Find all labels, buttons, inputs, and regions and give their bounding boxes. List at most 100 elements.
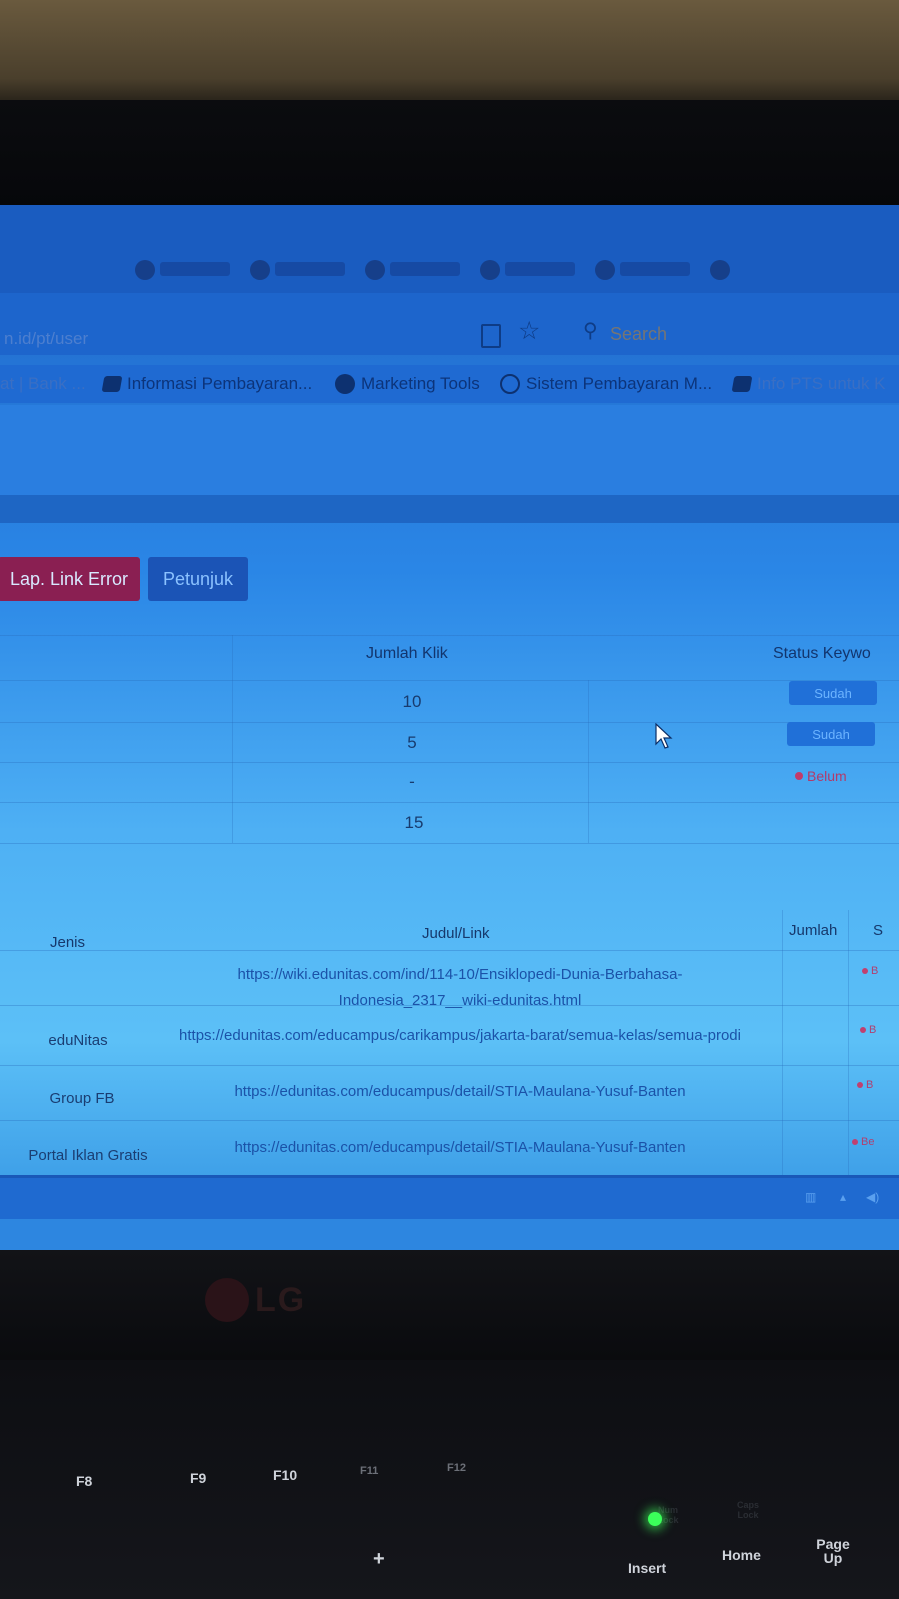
status-badge-done: Sudah	[787, 722, 875, 746]
status-badge: Be	[852, 1136, 874, 1148]
tray-network-icon[interactable]: ▥	[805, 1190, 816, 1204]
click-count-cell: -	[409, 772, 415, 791]
address-bar[interactable]	[0, 293, 899, 355]
url-text[interactable]: n.id/pt/user	[4, 329, 88, 349]
table-border	[0, 1120, 899, 1121]
key-f8[interactable]: F8	[76, 1473, 92, 1489]
tab-favicon[interactable]	[480, 260, 500, 280]
table-border	[0, 762, 899, 763]
link-error-report-button[interactable]: Lap. Link Error	[0, 557, 140, 601]
key-f11[interactable]: F11	[360, 1465, 378, 1477]
windows-taskbar	[0, 1175, 899, 1222]
tab-title[interactable]	[160, 262, 230, 276]
site-header	[0, 405, 899, 495]
type-cell: Portal Iklan Gratis	[28, 1147, 148, 1164]
table-border	[0, 950, 899, 951]
brand-text: LG	[255, 1280, 307, 1319]
tab-title[interactable]	[505, 262, 575, 276]
bookmark-label: Info PTS untuk K	[757, 374, 886, 393]
tab-favicon[interactable]	[250, 260, 270, 280]
column-header-type: Jenis	[50, 934, 86, 951]
help-button[interactable]: Petunjuk	[148, 557, 248, 601]
column-header-status: S	[873, 922, 884, 939]
key-insert[interactable]: Insert	[628, 1560, 666, 1576]
key-home[interactable]: Home	[722, 1547, 761, 1563]
bookmark-item[interactable]: Sistem Pembayaran M...	[500, 374, 712, 394]
bookmark-label: at | Bank ...	[0, 374, 86, 393]
key-f12[interactable]: F12	[447, 1462, 466, 1474]
click-count-total-cell: 15	[404, 813, 424, 832]
status-dot-icon	[857, 1082, 863, 1088]
bookmark-label: Marketing Tools	[361, 374, 480, 393]
num-lock-indicator-led	[648, 1512, 662, 1526]
bookmark-item[interactable]: at | Bank ...	[0, 374, 86, 394]
screen-bottom-edge	[0, 1219, 899, 1250]
table-border	[0, 680, 899, 681]
tray-volume-icon[interactable]: ◀)	[866, 1190, 879, 1204]
table-border	[0, 843, 899, 844]
status-dot-icon	[852, 1139, 858, 1145]
link-cell[interactable]: https://wiki.edunitas.com/ind/114-10/Ens…	[165, 962, 755, 1014]
status-badge: B	[860, 1024, 876, 1036]
status-dot-icon	[860, 1027, 866, 1033]
bookmark-item[interactable]: Informasi Pembayaran...	[101, 374, 313, 394]
tab-favicon[interactable]	[710, 260, 730, 280]
wall-background	[0, 0, 899, 112]
tab-favicon[interactable]	[595, 260, 615, 280]
lg-logo: LG	[205, 1278, 306, 1322]
bookmark-label: Sistem Pembayaran M...	[526, 374, 713, 393]
bookmark-label: Informasi Pembayaran...	[127, 374, 313, 393]
status-label: B	[869, 1024, 877, 1036]
click-count-cell: 10	[402, 692, 422, 711]
bookmark-item[interactable]: Marketing Tools	[335, 374, 480, 394]
laptop-top-bezel	[0, 100, 899, 210]
table-column-border	[588, 680, 589, 843]
column-header-clicks: Jumlah Klik	[366, 645, 448, 662]
status-badge-pending: Belum	[795, 768, 847, 784]
laptop-screen: n.id/pt/user ☆ ⚲ at | Bank ... Informasi…	[0, 205, 899, 1250]
bookmark-item[interactable]: Info PTS untuk K	[731, 374, 886, 394]
status-dot-icon	[862, 968, 868, 974]
key-f10[interactable]: F10	[273, 1467, 297, 1483]
search-input[interactable]	[610, 322, 730, 346]
keyboard-deck	[0, 1360, 899, 1599]
status-badge-done: Sudah	[789, 681, 877, 705]
table-border	[0, 722, 899, 723]
lg-circle-logo-icon	[205, 1278, 249, 1322]
status-label: B	[871, 965, 879, 977]
table-border	[0, 635, 899, 636]
tab-favicon[interactable]	[135, 260, 155, 280]
status-dot-icon	[795, 772, 803, 780]
marketing-favicon-icon	[335, 374, 355, 394]
tab-title[interactable]	[390, 262, 460, 276]
bookmark-favicon-icon	[731, 376, 753, 392]
table-column-border	[848, 910, 849, 1175]
reader-view-icon[interactable]	[481, 324, 501, 348]
tab-title[interactable]	[620, 262, 690, 276]
tab-favicon[interactable]	[365, 260, 385, 280]
status-label: Belum	[807, 768, 847, 784]
type-cell: eduNitas	[48, 1032, 108, 1049]
column-header-keyword-status: Status Keywo	[773, 645, 871, 662]
bookmark-favicon-icon	[101, 376, 123, 392]
tray-chevron-up-icon[interactable]: ▴	[840, 1190, 846, 1204]
link-cell[interactable]: https://edunitas.com/educampus/detail/ST…	[200, 1079, 720, 1105]
key-plus[interactable]: +	[373, 1548, 385, 1571]
key-f9[interactable]: F9	[190, 1470, 206, 1486]
table-column-border	[232, 635, 233, 843]
column-header-count: Jumlah	[789, 922, 838, 939]
site-nav-stripe	[0, 495, 899, 523]
column-header-title-link: Judul/Link	[422, 925, 490, 942]
link-cell[interactable]: https://edunitas.com/educampus/detail/ST…	[200, 1135, 720, 1161]
key-caps-lock[interactable]: Caps Lock	[728, 1500, 768, 1520]
table-column-border	[782, 910, 783, 1175]
key-page-up[interactable]: Page Up	[815, 1537, 851, 1565]
click-count-cell: 5	[407, 733, 417, 752]
status-badge: B	[857, 1079, 873, 1091]
search-icon: ⚲	[583, 320, 598, 342]
globe-icon	[500, 374, 520, 394]
tab-title[interactable]	[275, 262, 345, 276]
link-cell[interactable]: https://edunitas.com/educampus/carikampu…	[160, 1023, 760, 1049]
laptop-bottom-bezel	[0, 1250, 899, 1360]
bookmark-star-icon[interactable]: ☆	[518, 319, 540, 344]
